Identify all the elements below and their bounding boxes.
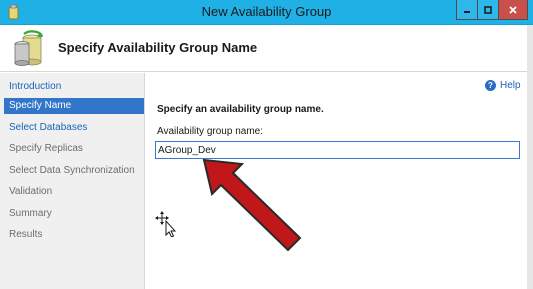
move-cursor-icon — [155, 211, 177, 237]
window-title: New Availability Group — [201, 4, 332, 19]
title-bar[interactable]: New Availability Group — [0, 0, 533, 25]
group-name-label: Availability group name: — [157, 126, 263, 137]
maximize-icon — [484, 5, 492, 14]
new-availability-group-window: New Availability Group Specify Availabil… — [0, 0, 533, 289]
nav-item-introduction[interactable]: Introduction — [4, 79, 144, 95]
help-label: Help — [500, 80, 521, 91]
page-title: Specify Availability Group Name — [58, 40, 258, 55]
close-button[interactable] — [498, 0, 528, 20]
minimize-icon — [464, 10, 470, 13]
page-header: Specify Availability Group Name — [0, 25, 533, 72]
nav-item-specify-name[interactable]: Specify Name — [4, 98, 144, 114]
nav-item-specify-replicas: Specify Replicas — [9, 143, 83, 154]
window-right-edge — [527, 25, 533, 289]
close-icon — [509, 5, 517, 14]
nav-item-results: Results — [9, 229, 43, 240]
annotation-arrow — [202, 158, 302, 252]
availability-group-icon — [14, 30, 44, 66]
wizard-nav: Introduction Specify Name Select Databas… — [0, 73, 145, 289]
help-link[interactable]: ? Help — [485, 80, 521, 91]
nav-item-select-databases[interactable]: Select Databases — [4, 120, 144, 136]
nav-item-validation: Validation — [9, 186, 53, 197]
minimize-button[interactable] — [456, 0, 478, 20]
maximize-button[interactable] — [477, 0, 499, 20]
nav-item-select-data-synchronization: Select Data Synchronization — [9, 165, 135, 176]
help-icon: ? — [485, 80, 496, 91]
instruction-text: Specify an availability group name. — [157, 104, 324, 115]
nav-item-summary: Summary — [9, 208, 52, 219]
